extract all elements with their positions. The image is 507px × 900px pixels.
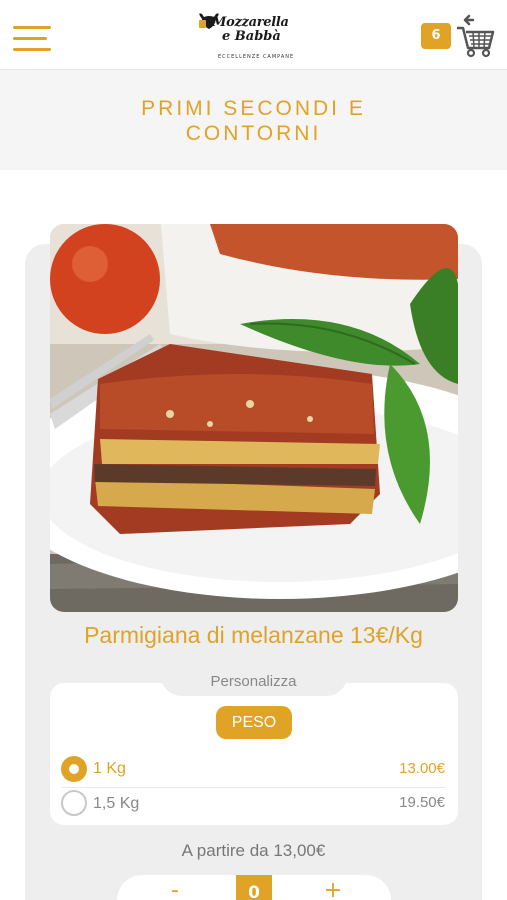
starting-price: A partire da 13,00€	[181, 841, 326, 860]
app-header: Mozzarella e Babbà ECCELLENZE CAMPANE 6	[0, 0, 507, 70]
brand-logo[interactable]: Mozzarella e Babbà ECCELLENZE CAMPANE	[198, 10, 302, 64]
shopping-cart-icon[interactable]	[455, 14, 497, 58]
increase-quantity-button[interactable]: +	[313, 876, 353, 900]
option-1-5kg-label[interactable]: 1,5 Kg	[93, 795, 139, 813]
logo-line2: e Babbà	[222, 29, 281, 44]
option-1kg-radio[interactable]	[61, 756, 87, 782]
hamburger-menu-icon[interactable]	[13, 26, 51, 52]
option-1-5kg-radio[interactable]	[61, 790, 87, 816]
logo-tagline: ECCELLENZE CAMPANE	[218, 54, 295, 60]
decrease-quantity-button[interactable]: -	[155, 876, 195, 900]
customize-label: Personalizza	[210, 673, 297, 690]
product-title: Parmigiana di melanzane 13€/Kg	[84, 622, 423, 648]
category-title: PRIMI SECONDI E CONTORNI	[141, 97, 366, 145]
quantity-value[interactable]: 0	[236, 875, 272, 900]
option-1kg-label[interactable]: 1 Kg	[93, 760, 126, 778]
weight-group-button[interactable]: PESO	[216, 706, 292, 739]
logo-line1: Mozzarella	[212, 15, 289, 30]
product-photo[interactable]	[50, 224, 458, 612]
options-divider	[62, 787, 446, 788]
option-1kg-price: 13.00€	[399, 760, 445, 777]
option-1-5kg-price: 19.50€	[399, 794, 445, 811]
cart-count-badge[interactable]: 6	[421, 23, 451, 49]
